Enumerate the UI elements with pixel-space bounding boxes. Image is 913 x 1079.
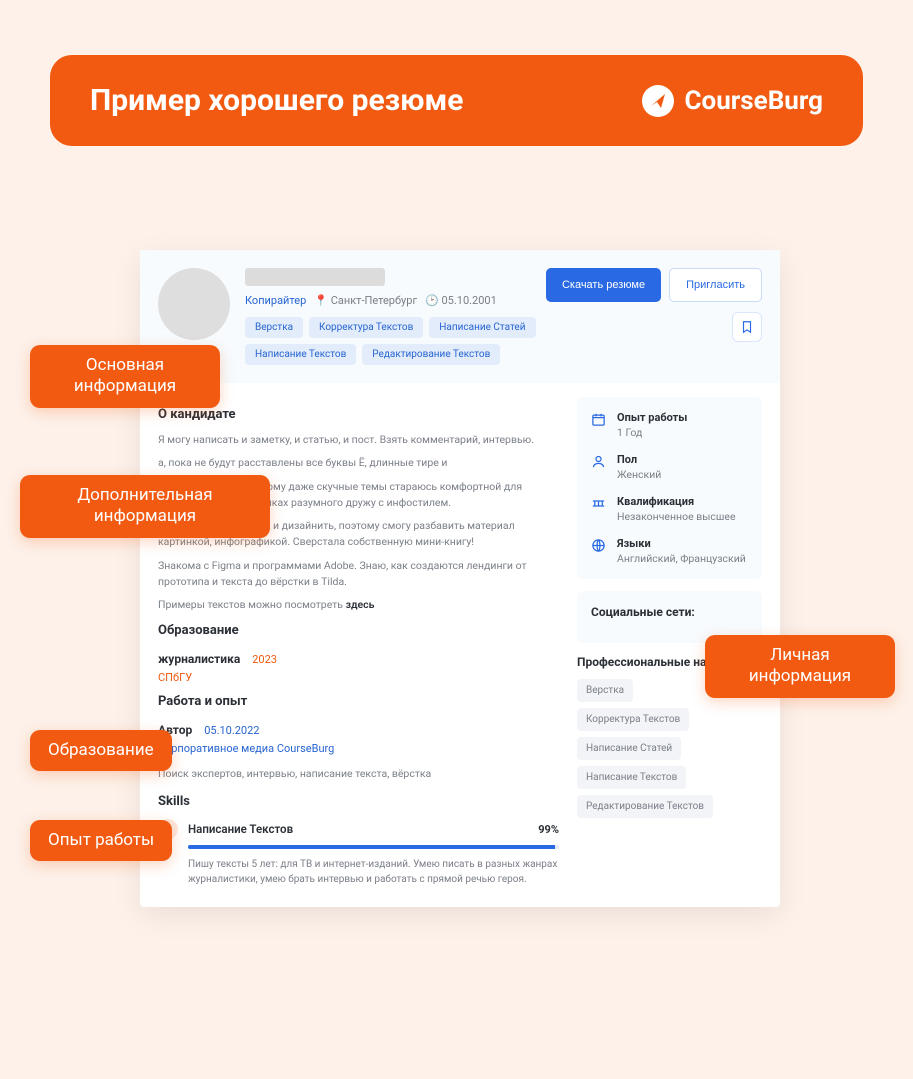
- work-entry: Автор 05.10.2022 Корпоративное медиа Cou…: [158, 719, 559, 780]
- tag[interactable]: Написание Текстов: [245, 344, 356, 365]
- skill-tag: Корректура Текстов: [577, 708, 689, 731]
- personal-info-card: Опыт работы 1 Год Пол Женский: [577, 397, 762, 579]
- gender-label: Пол: [617, 453, 661, 466]
- calendar-icon: [591, 412, 607, 439]
- invite-button[interactable]: Пригласить: [669, 268, 762, 302]
- skill-tag: Верстка: [577, 679, 633, 702]
- header-tags: Верстка Корректура Текстов Написание Ста…: [245, 317, 536, 365]
- education-heading: Образование: [158, 623, 559, 638]
- skill-tag: Написание Статей: [577, 737, 681, 760]
- education-entry: журналистика 2023 СПбГУ: [158, 648, 559, 684]
- skills-heading: Skills: [158, 794, 559, 809]
- location: 📍 Санкт-Петербург: [314, 294, 417, 307]
- skill-progress-fill: [188, 845, 555, 849]
- banner-title: Пример хорошего резюме: [90, 83, 463, 118]
- qualification-icon: [591, 496, 607, 523]
- skill-percent: 99%: [538, 823, 559, 836]
- experience-value: 1 Год: [617, 426, 687, 439]
- education-year: 2023: [252, 653, 277, 666]
- skill-tag: Редактирование Текстов: [577, 795, 713, 818]
- examples-link[interactable]: здесь: [346, 598, 375, 611]
- education-title: журналистика: [158, 652, 240, 666]
- tag[interactable]: Написание Статей: [429, 317, 535, 338]
- meta-row: Копирайтер 📍 Санкт-Петербург 🕑 05.10.200…: [245, 294, 536, 307]
- title-banner: Пример хорошего резюме CourseBurg: [50, 55, 863, 146]
- skill-progress-bar: [188, 845, 559, 849]
- download-resume-button[interactable]: Скачать резюме: [546, 268, 661, 302]
- tag[interactable]: Верстка: [245, 317, 303, 338]
- annotation-basic-info: Основная информация: [30, 345, 220, 408]
- bookmark-icon: [740, 320, 754, 334]
- languages-value: Английский, Французский: [617, 552, 746, 565]
- education-org: СПбГУ: [158, 671, 559, 684]
- resume-card: Копирайтер 📍 Санкт-Петербург 🕑 05.10.200…: [140, 250, 780, 907]
- skill-desc: Пишу тексты 5 лет: для ТВ и интернет-изд…: [188, 857, 559, 887]
- brand: CourseBurg: [641, 84, 823, 118]
- clock-icon: 🕑: [425, 294, 439, 307]
- person-icon: [591, 454, 607, 481]
- card-header: Копирайтер 📍 Санкт-Петербург 🕑 05.10.200…: [140, 250, 780, 383]
- work-date: 05.10.2022: [204, 724, 259, 737]
- work-org: Корпоративное медиа CourseBurg: [158, 742, 559, 755]
- tag[interactable]: Редактирование Текстов: [362, 344, 500, 365]
- skill-tag: Написание Текстов: [577, 766, 686, 789]
- tag[interactable]: Корректура Текстов: [309, 317, 423, 338]
- gender-value: Женский: [617, 468, 661, 481]
- annotation-personal-info: Личная информация: [705, 635, 895, 698]
- birthdate: 🕑 05.10.2001: [425, 294, 497, 307]
- globe-icon: [591, 538, 607, 565]
- social-heading: Социальные сети:: [591, 605, 748, 619]
- experience-label: Опыт работы: [617, 411, 687, 424]
- languages-label: Языки: [617, 537, 746, 550]
- skill-name: Написание Текстов: [188, 822, 528, 836]
- work-desc: Поиск экспертов, интервью, написание тек…: [158, 767, 559, 780]
- qualification-value: Незаконченное высшее: [617, 510, 736, 523]
- profession-link[interactable]: Копирайтер: [245, 294, 306, 307]
- brand-name: CourseBurg: [685, 86, 823, 116]
- annotation-work: Опыт работы: [30, 820, 172, 861]
- bookmark-button[interactable]: [732, 312, 762, 342]
- annotation-education: Образование: [30, 730, 172, 771]
- about-heading: О кандидате: [158, 407, 559, 422]
- courseburg-logo-icon: [641, 84, 675, 118]
- avatar: [158, 268, 230, 340]
- annotation-additional-info: Дополнительная информация: [20, 475, 270, 538]
- name-placeholder: [245, 268, 385, 286]
- work-heading: Работа и опыт: [158, 694, 559, 709]
- skills-block: Skills Н Написание Текстов 99% Пишу текс…: [158, 794, 559, 887]
- location-icon: 📍: [314, 294, 328, 307]
- qualification-label: Квалификация: [617, 495, 736, 508]
